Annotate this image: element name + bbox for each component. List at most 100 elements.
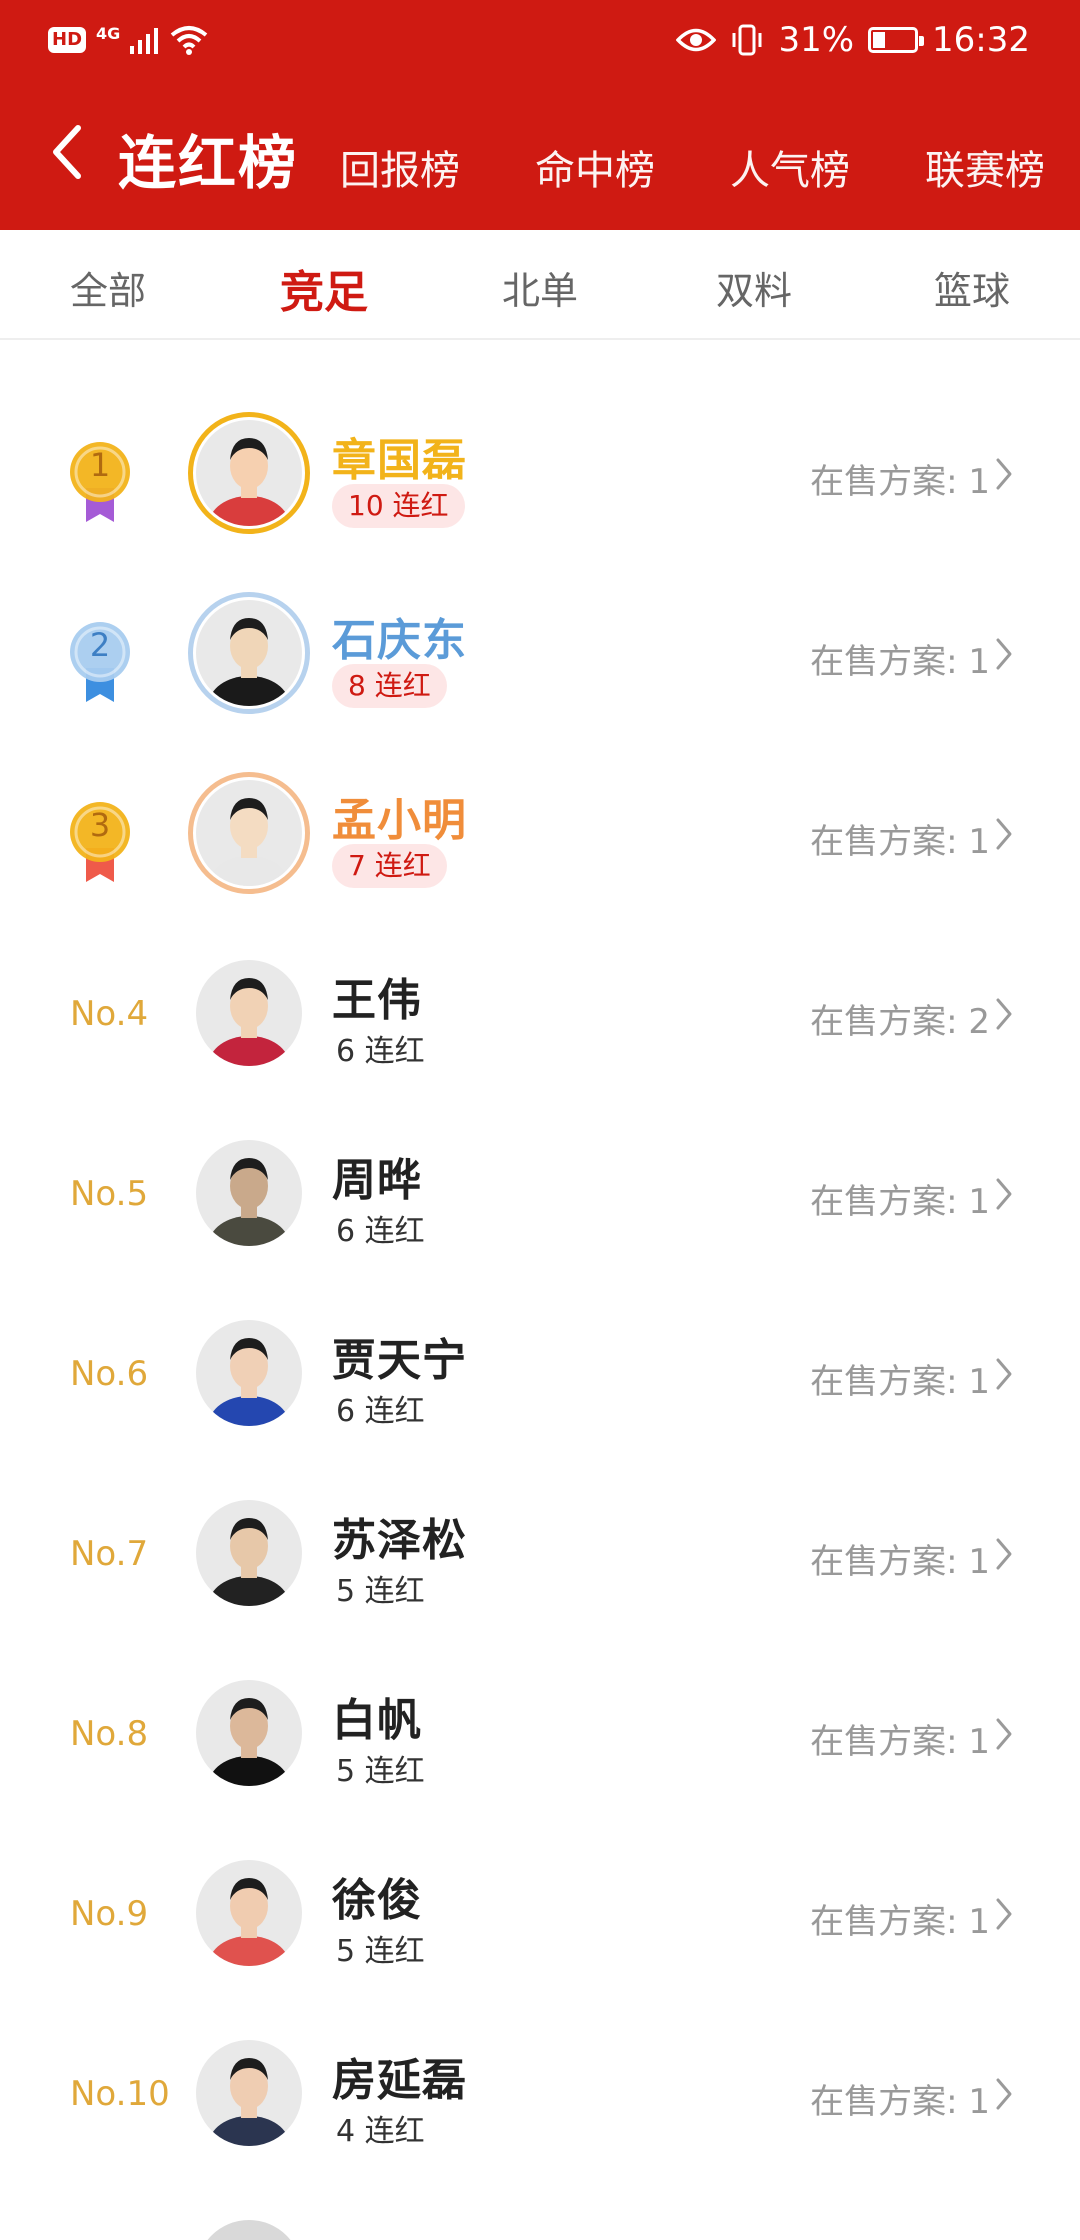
subtab-all[interactable]: 全部 — [70, 260, 146, 315]
avatar[interactable] — [188, 1312, 310, 1434]
status-left: HD 4G — [48, 20, 208, 60]
expert-name: 石庆东 — [332, 615, 467, 666]
avatar[interactable] — [188, 1492, 310, 1614]
rank-number: No.10 — [70, 2074, 170, 2114]
expert-name: 贾天宁 — [332, 1335, 467, 1386]
chevron-right-icon[interactable] — [994, 636, 1014, 672]
chevron-right-icon[interactable] — [994, 1176, 1014, 1212]
chevron-right-icon[interactable] — [994, 2076, 1014, 2112]
expert-name: 王伟 — [332, 975, 422, 1026]
avatar-photo — [196, 1140, 302, 1246]
avatar[interactable] — [188, 1132, 310, 1254]
avatar[interactable] — [188, 1852, 310, 1974]
rank-number: No.4 — [70, 994, 149, 1034]
rank-number: No.7 — [70, 1534, 149, 1574]
expert-name: 周晔 — [332, 1155, 422, 1206]
hd-badge: HD — [48, 27, 87, 53]
expert-name: 孟小明 — [332, 795, 467, 846]
avatar[interactable] — [188, 2032, 310, 2154]
on-sale-count: 在售方案: 1 — [810, 2082, 990, 2122]
rank-number: 2 — [89, 626, 111, 664]
avatar-photo — [196, 960, 302, 1066]
battery-fill — [873, 32, 886, 48]
on-sale-count: 在售方案: 1 — [810, 1902, 990, 1942]
status-right: 31% 16:32 — [676, 16, 1030, 64]
eye-icon — [676, 28, 717, 52]
on-sale-count: 在售方案: 1 — [810, 462, 990, 502]
battery-icon — [868, 27, 925, 53]
tab-popular-rank[interactable]: 人气榜 — [730, 138, 850, 196]
on-sale-count: 在售方案: 1 — [810, 822, 990, 862]
vibrate-icon — [732, 24, 762, 56]
rank-number: 1 — [89, 446, 111, 484]
avatar[interactable] — [188, 952, 310, 1074]
avatar-photo — [196, 1500, 302, 1606]
avatar-photo — [196, 1860, 302, 1966]
avatar[interactable] — [188, 412, 310, 534]
on-sale-count: 在售方案: 1 — [810, 1362, 990, 1402]
streak-badge: 4 连红 — [336, 2114, 425, 2149]
subtab-beidan[interactable]: 北单 — [502, 260, 578, 315]
signal-icon — [130, 28, 159, 54]
subtab-jingzu[interactable]: 竞足 — [280, 256, 368, 320]
ranking-row[interactable]: No.10 房延磊 4 连红 在售方案: 1 — [0, 1960, 1080, 2149]
ranking-row[interactable]: 2 石庆东 8 连红 在售方案: 1 — [0, 520, 1080, 714]
rank-number: No.9 — [70, 1894, 149, 1934]
rank-number: No.5 — [70, 1174, 149, 1214]
tab-return-rank[interactable]: 回报榜 — [340, 138, 460, 196]
expert-name: 章国磊 — [332, 435, 467, 486]
on-sale-count: 在售方案: 1 — [810, 642, 990, 682]
status-bar: HD 4G 31% 16:32 — [0, 0, 1080, 80]
header-tabs: 回报榜 命中榜 人气榜 联赛榜 — [340, 138, 1060, 194]
ranking-row[interactable]: 3 孟小明 7 连红 在售方案: 1 — [0, 700, 1080, 894]
ranking-row[interactable]: No.9 徐俊 5 连红 在售方案: 1 — [0, 1780, 1080, 1969]
on-sale-count: 在售方案: 2 — [810, 1002, 990, 1042]
back-arrow-icon[interactable] — [48, 122, 88, 182]
avatar-photo — [196, 600, 302, 706]
avatar[interactable] — [188, 1672, 310, 1794]
chevron-right-icon[interactable] — [994, 1356, 1014, 1392]
chevron-right-icon[interactable] — [994, 1536, 1014, 1572]
wifi-icon — [171, 26, 208, 55]
expert-name: 房延磊 — [332, 2055, 467, 2106]
on-sale-count: 在售方案: 1 — [810, 1542, 990, 1582]
tab-league-rank[interactable]: 联赛榜 — [925, 138, 1045, 196]
avatar-photo — [196, 780, 302, 886]
avatar-photo — [196, 420, 302, 526]
chevron-right-icon[interactable] — [994, 1716, 1014, 1752]
avatar-photo — [196, 1320, 302, 1426]
ranking-row[interactable]: No.5 周晔 6 连红 在售方案: 1 — [0, 1060, 1080, 1249]
ranking-row[interactable]: 1 章国磊 10 连红 在售方案: 1 — [0, 340, 1080, 534]
rank-number: 3 — [89, 806, 111, 844]
avatar-photo — [196, 2040, 302, 2146]
network-label: 4G — [96, 23, 121, 43]
avatar[interactable] — [188, 772, 310, 894]
subtab-basketball[interactable]: 篮球 — [934, 260, 1010, 315]
tab-hit-rank[interactable]: 命中榜 — [535, 138, 655, 196]
expert-name: 白帆 — [332, 1695, 422, 1746]
avatar-photo — [196, 1680, 302, 1786]
nav-bar: 连红榜 回报榜 命中榜 人气榜 联赛榜 — [0, 80, 1080, 230]
ranking-row[interactable]: No.4 王伟 6 连红 在售方案: 2 — [0, 880, 1080, 1069]
expert-name: 苏泽松 — [332, 1515, 467, 1566]
chevron-right-icon[interactable] — [994, 1896, 1014, 1932]
subtab-shuangliao[interactable]: 双料 — [716, 260, 792, 315]
category-tabs: 全部 竞足 北单 双料 篮球 — [0, 230, 1080, 340]
chevron-right-icon[interactable] — [994, 816, 1014, 852]
on-sale-count: 在售方案: 1 — [810, 1182, 990, 1222]
avatar[interactable] — [188, 592, 310, 714]
rank-number: No.8 — [70, 1714, 149, 1754]
page: HD 4G 31% 16:32 连红榜 回报榜 命中榜 人气榜 联赛榜 全部 竞… — [0, 0, 1080, 2240]
battery-percent: 31% — [778, 20, 855, 60]
partial-row-avatar — [196, 2220, 302, 2240]
ranking-row[interactable]: No.8 白帆 5 连红 在售方案: 1 — [0, 1600, 1080, 1789]
chevron-right-icon[interactable] — [994, 456, 1014, 492]
chevron-right-icon[interactable] — [994, 996, 1014, 1032]
on-sale-count: 在售方案: 1 — [810, 1722, 990, 1762]
clock: 16:32 — [932, 20, 1030, 60]
top-bar: HD 4G 31% 16:32 连红榜 回报榜 命中榜 人气榜 联赛榜 — [0, 0, 1080, 230]
rank-number: No.6 — [70, 1354, 149, 1394]
ranking-row[interactable]: No.7 苏泽松 5 连红 在售方案: 1 — [0, 1420, 1080, 1609]
expert-name: 徐俊 — [332, 1875, 422, 1926]
ranking-row[interactable]: No.6 贾天宁 6 连红 在售方案: 1 — [0, 1240, 1080, 1429]
